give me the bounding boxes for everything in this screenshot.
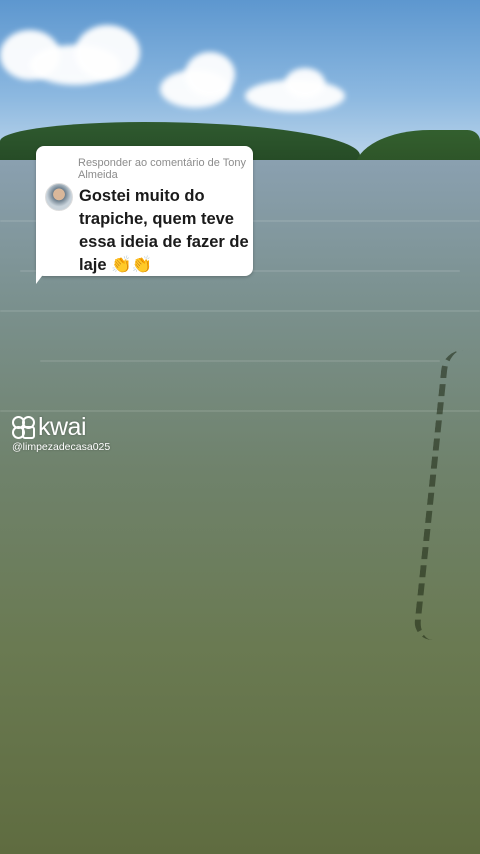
bubble-tail [36,268,48,284]
reply-to-comment-label: Responder ao comentário de Tony Almeida [78,157,246,181]
cloud [285,68,325,98]
cloud [185,52,235,97]
kwai-brand-text: kwai [38,412,87,441]
ripple [0,310,480,312]
kwai-watermark: kwai [12,412,87,441]
user-avatar-icon[interactable] [45,183,73,211]
cloud [75,25,140,80]
creator-handle: @limpezadecasa025 [12,441,111,453]
ripple [40,360,440,362]
kwai-logo-icon [12,415,35,439]
comment-text: Gostei muito do trapiche, quem teve essa… [79,187,249,274]
